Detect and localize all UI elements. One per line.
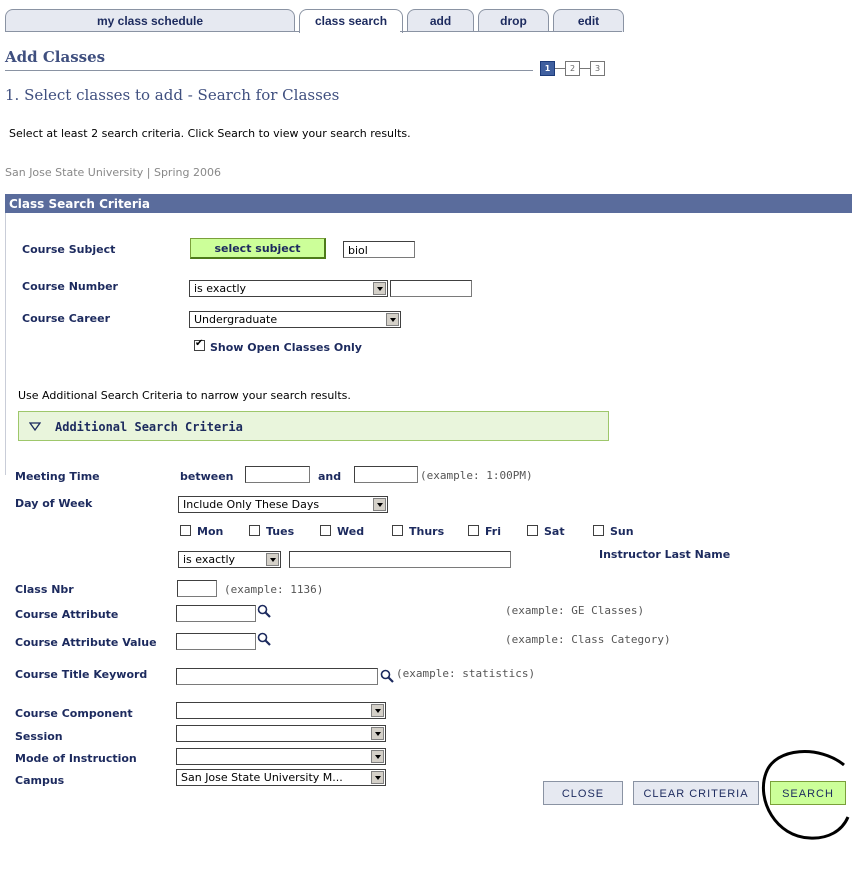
instructor-operator-value: is exactly	[183, 553, 236, 566]
chevron-down-icon	[373, 282, 386, 295]
close-button[interactable]: CLOSE	[543, 781, 623, 805]
additional-criteria-header: Additional Search Criteria	[55, 420, 243, 434]
page-title: Add Classes	[5, 48, 106, 66]
tab-add[interactable]: add	[407, 9, 474, 32]
day-wed-checkbox[interactable]	[320, 525, 331, 536]
course-title-keyword-label: Course Title Keyword	[15, 668, 148, 681]
course-component-label: Course Component	[15, 707, 133, 720]
day-sun-label: Sun	[610, 525, 634, 538]
chevron-down-icon	[266, 553, 279, 566]
day-of-week-value: Include Only These Days	[183, 498, 320, 511]
course-number-operator-select[interactable]: is exactly	[189, 280, 388, 297]
campus-label: Campus	[15, 774, 65, 787]
course-attribute-value-label: Course Attribute Value	[15, 636, 157, 649]
course-attribute-example: (example: GE Classes)	[505, 604, 645, 617]
day-of-week-label: Day of Week	[15, 497, 93, 510]
class-nbr-example: (example: 1136)	[224, 583, 324, 596]
day-thurs-label: Thurs	[409, 525, 445, 538]
chevron-down-icon	[371, 727, 384, 740]
day-sat-checkbox[interactable]	[527, 525, 538, 536]
instructor-operator-select[interactable]: is exactly	[178, 551, 281, 568]
day-fri-label: Fri	[485, 525, 502, 538]
day-mon-checkbox[interactable]	[180, 525, 191, 536]
course-attribute-label: Course Attribute	[15, 608, 119, 621]
chevron-down-icon	[373, 498, 386, 511]
chevron-down-icon	[371, 750, 384, 763]
course-subject-label: Course Subject	[22, 243, 116, 256]
instruction-text: Select at least 2 search criteria. Click…	[9, 127, 411, 140]
campus-value: San Jose State University M...	[181, 771, 343, 784]
open-only-checkbox[interactable]	[194, 338, 205, 351]
course-career-label: Course Career	[22, 312, 110, 325]
magnifier-icon[interactable]	[380, 669, 394, 683]
chevron-down-icon	[371, 704, 384, 717]
course-attribute-value-example: (example: Class Category)	[505, 633, 671, 646]
day-mon-label: Mon	[197, 525, 224, 538]
additional-criteria-toggle[interactable]: Additional Search Criteria	[18, 411, 609, 441]
session-label: Session	[15, 730, 63, 743]
meeting-time-example: (example: 1:00PM)	[420, 469, 533, 482]
course-title-keyword-input[interactable]	[176, 668, 378, 685]
course-number-operator-value: is exactly	[194, 282, 247, 295]
course-subject-input[interactable]: biol	[343, 241, 415, 258]
course-attribute-value-input[interactable]	[176, 633, 256, 650]
step-connector	[580, 68, 590, 69]
and-label: and	[318, 470, 342, 483]
step-1: 1	[540, 61, 555, 76]
highlight-circle-annotation	[761, 750, 850, 840]
triangle-down-icon	[29, 422, 41, 431]
meeting-time-start-input[interactable]	[245, 466, 310, 483]
tab-my-class-schedule[interactable]: my class schedule	[5, 9, 295, 32]
day-tues-checkbox[interactable]	[249, 525, 260, 536]
chevron-down-icon	[371, 771, 384, 784]
instructor-last-name-label: Instructor Last Name	[599, 548, 731, 561]
campus-select[interactable]: San Jose State University M...	[176, 769, 386, 786]
class-nbr-input[interactable]	[177, 580, 217, 597]
day-wed-label: Wed	[337, 525, 365, 538]
session-select[interactable]	[176, 725, 386, 742]
tab-class-search[interactable]: class search	[299, 9, 403, 33]
step-2: 2	[565, 61, 580, 76]
open-only-label: Show Open Classes Only	[210, 341, 362, 354]
day-fri-checkbox[interactable]	[468, 525, 479, 536]
day-of-week-select[interactable]: Include Only These Days	[178, 496, 388, 513]
criteria-header-bar: Class Search Criteria	[5, 194, 852, 213]
section-title: 1. Select classes to add - Search for Cl…	[5, 86, 340, 104]
tab-edit[interactable]: edit	[553, 9, 624, 32]
class-nbr-label: Class Nbr	[15, 583, 74, 596]
additional-hint: Use Additional Search Criteria to narrow…	[18, 389, 351, 402]
day-tues-label: Tues	[266, 525, 295, 538]
course-component-select[interactable]	[176, 702, 386, 719]
mode-of-instruction-select[interactable]	[176, 748, 386, 765]
tab-drop[interactable]: drop	[478, 9, 549, 32]
between-label: between	[180, 470, 234, 483]
course-title-keyword-example: (example: statistics)	[396, 667, 536, 680]
institution-term: San Jose State University | Spring 2006	[5, 166, 221, 179]
meeting-time-label: Meeting Time	[15, 470, 100, 483]
step-3: 3	[590, 61, 605, 76]
course-number-input[interactable]	[390, 280, 472, 297]
day-sat-label: Sat	[544, 525, 565, 538]
step-connector	[555, 68, 565, 69]
magnifier-icon[interactable]	[257, 632, 271, 646]
magnifier-icon[interactable]	[257, 604, 271, 618]
clear-criteria-button[interactable]: CLEAR CRITERIA	[633, 781, 759, 805]
day-thurs-checkbox[interactable]	[392, 525, 403, 536]
day-sun-checkbox[interactable]	[593, 525, 604, 536]
course-career-value: Undergraduate	[194, 313, 278, 326]
criteria-header: Class Search Criteria	[9, 197, 150, 211]
title-rule	[5, 70, 533, 71]
course-career-select[interactable]: Undergraduate	[189, 311, 401, 328]
meeting-time-end-input[interactable]	[354, 466, 418, 483]
mode-of-instruction-label: Mode of Instruction	[15, 752, 137, 765]
instructor-last-name-input[interactable]	[289, 551, 511, 568]
active-tab-gap	[300, 31, 400, 32]
criteria-left-border	[5, 213, 6, 475]
course-attribute-input[interactable]	[176, 605, 256, 622]
course-number-label: Course Number	[22, 280, 118, 293]
chevron-down-icon	[386, 313, 399, 326]
select-subject-button[interactable]: select subject	[190, 238, 326, 259]
